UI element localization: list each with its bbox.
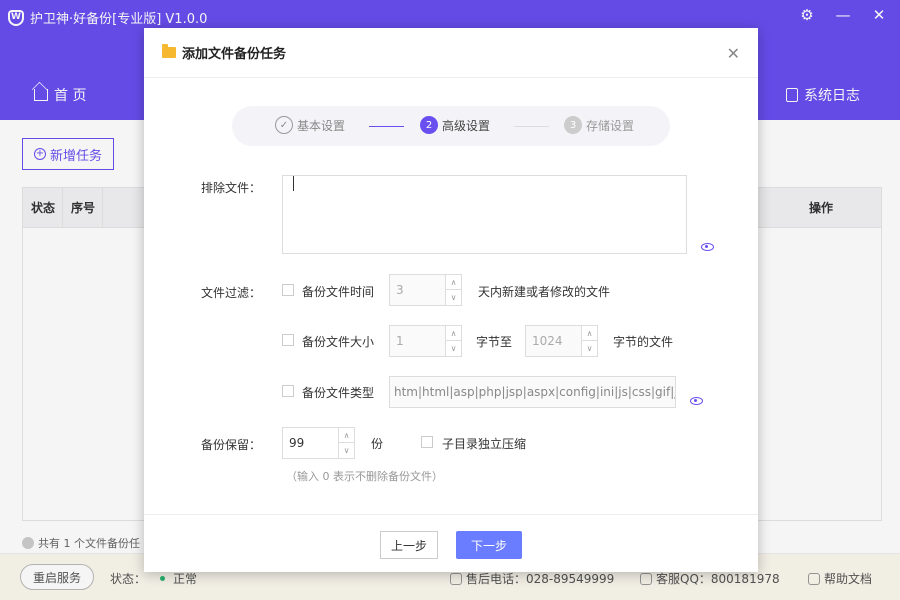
dialog-header: 添加文件备份任务 ✕ <box>144 28 758 78</box>
filter-type-checkbox[interactable] <box>282 385 294 397</box>
file-filter-label: 文件过滤： <box>201 286 262 300</box>
exclude-files-label: 排除文件： <box>201 181 262 195</box>
filter-time-label: 备份文件时间 <box>302 285 375 299</box>
step-connector <box>369 126 404 127</box>
days-stepper-arrows[interactable]: ∧ ∨ <box>445 275 461 305</box>
eye-icon[interactable] <box>690 397 703 405</box>
subdir-compress-label: 子目录独立压缩 <box>442 437 527 451</box>
step-basic-label: 基本设置 <box>297 118 346 133</box>
filter-size-label: 备份文件大小 <box>302 335 375 349</box>
subdir-compress-checkbox[interactable] <box>421 436 433 448</box>
keep-backups-label: 备份保留： <box>201 438 262 452</box>
days-stepper[interactable]: 3 ∧ ∨ <box>389 274 462 306</box>
days-value: 3 <box>396 283 404 297</box>
size-from-arrows[interactable]: ∧ ∨ <box>445 326 461 356</box>
eye-icon[interactable] <box>701 243 714 251</box>
keep-unit: 份 <box>371 437 384 451</box>
next-step-button[interactable]: 下一步 <box>456 531 522 559</box>
step-advanced[interactable]: 2 高级设置 <box>420 116 490 134</box>
keep-hint: （输入 0 表示不删除备份文件） <box>286 470 443 483</box>
folder-icon <box>162 44 176 58</box>
step-basic[interactable]: ✓ 基本设置 <box>275 116 345 134</box>
filter-size-checkbox[interactable] <box>282 334 294 346</box>
step-indicator: ✓ 基本设置 2 高级设置 3 存储设置 <box>232 106 670 146</box>
exclude-files-textarea[interactable] <box>282 175 687 254</box>
size-from-stepper[interactable]: 1 ∧ ∨ <box>389 325 462 357</box>
step-check-icon: ✓ <box>275 116 293 134</box>
dialog-footer: 上一步 下一步 <box>144 514 758 572</box>
dialog-close-icon[interactable]: ✕ <box>727 44 740 63</box>
step-storage-label: 存储设置 <box>586 118 635 133</box>
step-number: 2 <box>420 116 438 134</box>
add-backup-task-dialog: 添加文件备份任务 ✕ ✓ 基本设置 2 高级设置 3 存储设置 排除文件： 文件… <box>144 28 758 572</box>
days-suffix: 天内新建或者修改的文件 <box>478 285 611 299</box>
text-caret <box>293 176 294 191</box>
size-suffix: 字节的文件 <box>613 335 674 349</box>
step-connector <box>514 126 549 127</box>
size-to-stepper[interactable]: 1024 ∧ ∨ <box>525 325 598 357</box>
size-from-value: 1 <box>396 334 404 348</box>
filter-type-label: 备份文件类型 <box>302 386 375 400</box>
filter-time-checkbox[interactable] <box>282 284 294 296</box>
size-to-arrows[interactable]: ∧ ∨ <box>581 326 597 356</box>
dialog-title: 添加文件备份任务 <box>182 47 287 62</box>
file-types-input[interactable]: htm|html|asp|php|jsp|aspx|config|ini|js|… <box>389 376 676 408</box>
keep-count-stepper[interactable]: 99 ∧ ∨ <box>282 427 355 459</box>
step-storage[interactable]: 3 存储设置 <box>564 116 634 134</box>
step-number: 3 <box>564 116 582 134</box>
size-to-value: 1024 <box>532 334 563 348</box>
step-advanced-label: 高级设置 <box>442 118 491 133</box>
keep-count-value: 99 <box>289 436 305 450</box>
size-mid-label: 字节至 <box>476 335 513 349</box>
prev-step-button[interactable]: 上一步 <box>380 531 438 559</box>
keep-count-arrows[interactable]: ∧ ∨ <box>338 428 354 458</box>
